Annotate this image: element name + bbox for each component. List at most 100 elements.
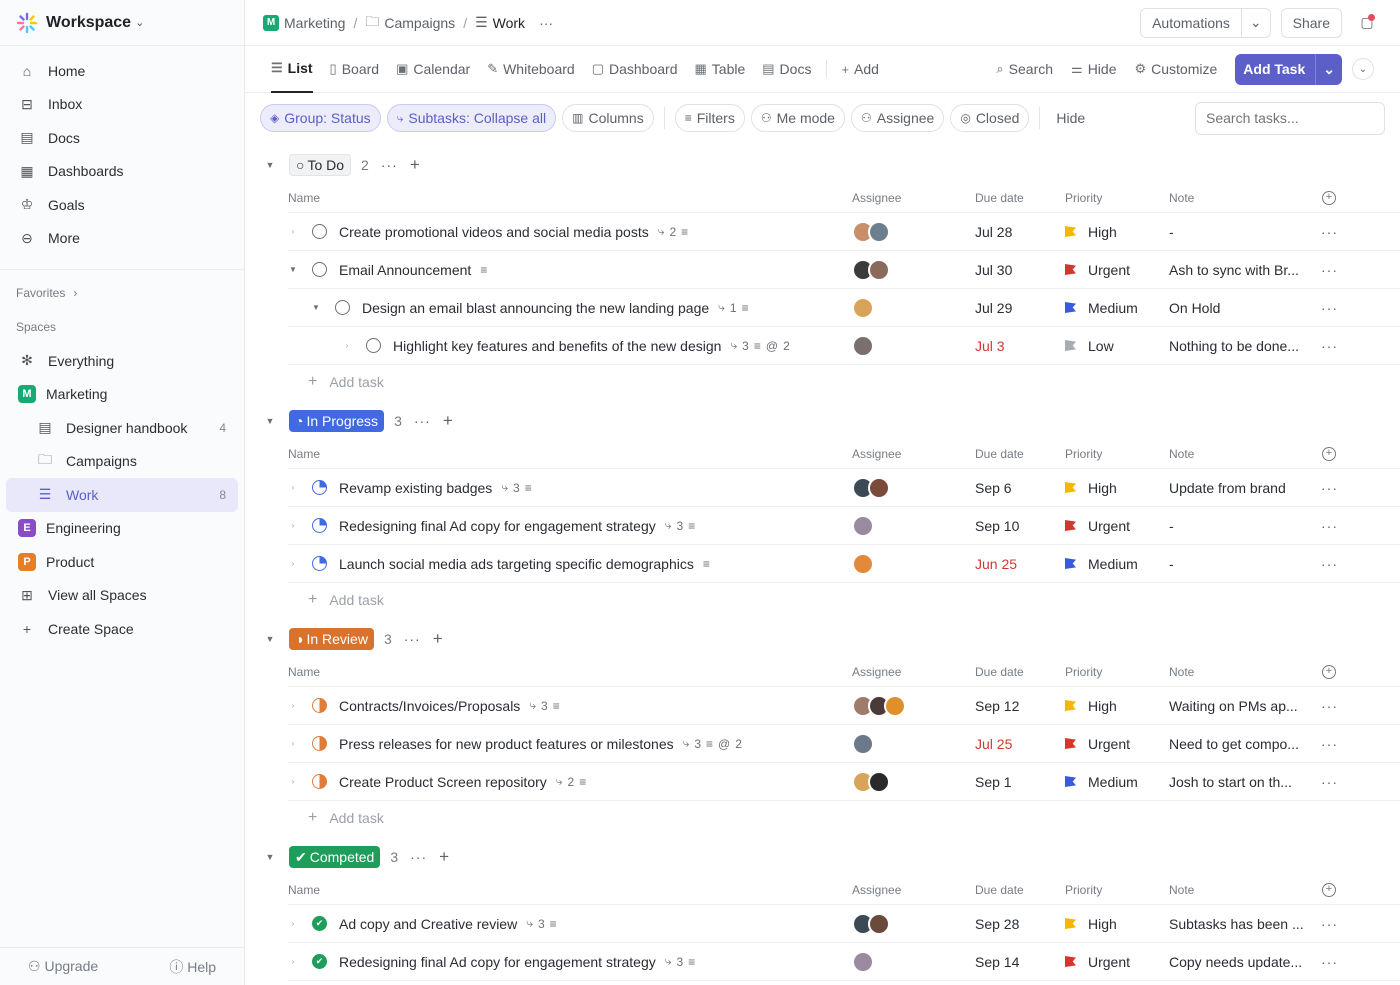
- note-cell[interactable]: Subtasks has been ...: [1169, 916, 1309, 932]
- due-date[interactable]: Jun 25: [975, 556, 1017, 572]
- automations-dropdown[interactable]: ⌄: [1241, 7, 1271, 38]
- customize-button[interactable]: ⚙ Customize: [1134, 46, 1217, 93]
- sidebar-item-work[interactable]: ☰ Work 8: [6, 478, 238, 512]
- due-date[interactable]: Sep 6: [975, 480, 1012, 496]
- task-status-icon[interactable]: [312, 736, 327, 751]
- row-more-icon[interactable]: ···: [1321, 300, 1338, 316]
- notification-icon[interactable]: ▢: [1352, 8, 1382, 38]
- assignee-avatars[interactable]: [852, 732, 874, 755]
- table-row[interactable]: › Press releases for new product features…: [288, 725, 1400, 763]
- task-status-icon[interactable]: [312, 262, 327, 277]
- nav-item-goals[interactable]: ♔ Goals: [6, 188, 238, 222]
- add-column-icon[interactable]: +: [1322, 882, 1336, 897]
- task-status-icon[interactable]: [312, 698, 327, 713]
- task-name[interactable]: Redesigning final Ad copy for engagement…: [339, 518, 656, 534]
- status-badge[interactable]: ○ To Do: [289, 154, 352, 176]
- col-assignee[interactable]: Assignee: [852, 883, 901, 897]
- col-note[interactable]: Note: [1169, 883, 1309, 897]
- col-due-date[interactable]: Due date: [975, 665, 1024, 679]
- col-assignee[interactable]: Assignee: [852, 191, 901, 205]
- share-button[interactable]: Share: [1280, 7, 1342, 38]
- note-cell[interactable]: Ash to sync with Br...: [1169, 262, 1309, 278]
- nav-item-more[interactable]: ⊖ More: [6, 222, 238, 256]
- col-due-date[interactable]: Due date: [975, 883, 1024, 897]
- task-status-icon[interactable]: ✔: [312, 954, 327, 969]
- group-more-icon[interactable]: ···: [414, 413, 431, 429]
- sidebar-item-create-space[interactable]: + Create Space: [6, 612, 238, 646]
- table-row[interactable]: › Launch social media ads targeting speci…: [288, 545, 1400, 583]
- caret-down-icon[interactable]: ▼: [263, 416, 277, 426]
- task-status-icon[interactable]: ✔: [312, 916, 327, 931]
- row-more-icon[interactable]: ···: [1321, 224, 1338, 240]
- task-name[interactable]: Email Announcement: [339, 262, 471, 278]
- caret-right-icon[interactable]: ›: [288, 483, 298, 492]
- sidebar-item-view-all-spaces[interactable]: ⊞ View all Spaces: [6, 579, 238, 613]
- sidebar-item-everything[interactable]: ✻ Everything: [6, 344, 238, 378]
- assignee-avatars[interactable]: [852, 334, 874, 357]
- task-name[interactable]: Press releases for new product features …: [339, 736, 674, 752]
- table-row[interactable]: › ✔ Redesigning final Ad copy for engageme…: [288, 943, 1400, 981]
- caret-right-icon[interactable]: ›: [288, 777, 298, 786]
- add-column-icon[interactable]: +: [1322, 190, 1336, 205]
- help-button[interactable]: ⓘ Help: [169, 957, 216, 977]
- assignee-avatars[interactable]: [852, 476, 890, 499]
- priority-cell[interactable]: Urgent: [1065, 954, 1130, 970]
- task-name[interactable]: Create promotional videos and social med…: [339, 224, 649, 240]
- row-more-icon[interactable]: ···: [1321, 480, 1338, 496]
- tab-board[interactable]: ▯ Board: [330, 46, 380, 93]
- task-name[interactable]: Design an email blast announcing the new…: [362, 300, 709, 316]
- row-more-icon[interactable]: ···: [1321, 698, 1338, 714]
- task-status-icon[interactable]: [312, 518, 327, 533]
- col-due-date[interactable]: Due date: [975, 191, 1024, 205]
- sidebar-item-engineering[interactable]: E Engineering: [6, 512, 238, 546]
- assignee-avatars[interactable]: [852, 258, 890, 281]
- assignee-avatars[interactable]: [852, 296, 874, 319]
- row-more-icon[interactable]: ···: [1321, 518, 1338, 534]
- task-status-icon[interactable]: [312, 224, 327, 239]
- table-row[interactable]: › Highlight key features and benefits of …: [288, 327, 1400, 365]
- col-name[interactable]: Name: [288, 447, 320, 461]
- col-priority[interactable]: Priority: [1065, 447, 1102, 461]
- group-add-icon[interactable]: +: [439, 847, 449, 867]
- note-cell[interactable]: Update from brand: [1169, 480, 1309, 496]
- closed-chip[interactable]: ◎ Closed: [950, 104, 1030, 132]
- priority-cell[interactable]: High: [1065, 916, 1117, 932]
- note-cell[interactable]: -: [1169, 518, 1309, 534]
- note-cell[interactable]: Need to get compo...: [1169, 736, 1309, 752]
- add-task-row[interactable]: + Add task: [308, 365, 1400, 399]
- table-row[interactable]: › Contracts/Invoices/Proposals ⤷ 3 ≡ Sep 12 Hi…: [288, 687, 1400, 725]
- search-button[interactable]: ⌕ Search: [996, 46, 1053, 93]
- task-status-icon[interactable]: [335, 300, 350, 315]
- group-status-chip[interactable]: ◈ Group: Status: [260, 104, 381, 132]
- search-tasks-input[interactable]: [1195, 101, 1385, 135]
- filters-chip[interactable]: ≡ Filters: [674, 104, 745, 132]
- note-cell[interactable]: Waiting on PMs ap...: [1169, 698, 1309, 714]
- upgrade-button[interactable]: ⚇ Upgrade: [28, 958, 98, 975]
- caret-right-icon[interactable]: ›: [288, 739, 298, 748]
- due-date[interactable]: Jul 3: [975, 338, 1005, 354]
- assignee-avatars[interactable]: [852, 552, 874, 575]
- hide-filter-button[interactable]: Hide: [1050, 110, 1091, 126]
- caret-right-icon[interactable]: ›: [288, 559, 298, 568]
- add-task-button[interactable]: Add Task ⌄: [1235, 53, 1342, 85]
- caret-right-icon[interactable]: ›: [288, 521, 298, 530]
- status-badge[interactable]: ✔ Competed: [289, 846, 381, 868]
- sidebar-item-campaigns[interactable]: 🗀 Campaigns: [6, 445, 238, 479]
- tab-dashboard[interactable]: ▢ Dashboard: [592, 46, 678, 93]
- col-note[interactable]: Note: [1169, 447, 1309, 461]
- table-row[interactable]: ▼ Design an email blast announcing the ne…: [288, 289, 1400, 327]
- nav-item-docs[interactable]: ▤ Docs: [6, 121, 238, 155]
- status-badge[interactable]: ◔ In Progress: [289, 410, 385, 432]
- chevron-down-icon[interactable]: ⌄: [1315, 53, 1342, 85]
- task-name[interactable]: Launch social media ads targeting specif…: [339, 556, 694, 572]
- due-date[interactable]: Sep 14: [975, 954, 1019, 970]
- subtasks-chip[interactable]: ⤷ Subtasks: Collapse all: [386, 104, 557, 132]
- breadcrumb-campaigns[interactable]: Campaigns: [384, 15, 455, 31]
- caret-down-icon[interactable]: ▼: [263, 160, 277, 170]
- task-status-icon[interactable]: [312, 480, 327, 495]
- assignee-avatars[interactable]: [852, 220, 890, 243]
- note-cell[interactable]: -: [1169, 556, 1309, 572]
- due-date[interactable]: Jul 30: [975, 262, 1012, 278]
- tab-calendar[interactable]: ▣ Calendar: [396, 46, 470, 93]
- row-more-icon[interactable]: ···: [1321, 736, 1338, 752]
